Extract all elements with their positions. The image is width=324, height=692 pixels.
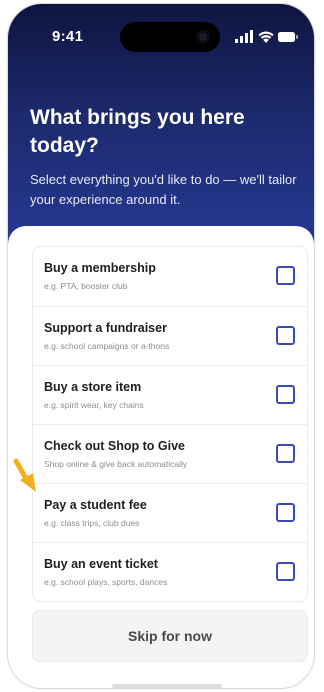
option-description: Shop online & give back automatically (44, 459, 188, 469)
option-checkbox[interactable] (276, 266, 295, 285)
status-icons (234, 30, 298, 44)
option-description: e.g. school plays, sports, dances (44, 577, 168, 587)
option-title: Buy an event ticket (44, 557, 158, 571)
option-title: Buy a membership (44, 261, 156, 275)
option-checkbox[interactable] (276, 444, 295, 463)
page-title: What brings you here today? (30, 106, 245, 157)
option-shop-to-give[interactable]: Check out Shop to Give Shop online & giv… (33, 424, 307, 483)
option-description: e.g. school campaigns or a-thons (44, 341, 170, 351)
options-list: Buy a membership e.g. PTA, booster club … (32, 246, 308, 602)
option-checkbox[interactable] (276, 326, 295, 345)
option-fundraiser[interactable]: Support a fundraiser e.g. school campaig… (33, 306, 307, 365)
option-membership[interactable]: Buy a membership e.g. PTA, booster club (33, 247, 307, 306)
option-description: e.g. spirit wear, key chains (44, 400, 144, 410)
battery-icon (278, 32, 298, 42)
option-student-fee[interactable]: Pay a student fee e.g. class trips, club… (33, 483, 307, 542)
option-checkbox[interactable] (276, 503, 295, 522)
home-indicator (112, 684, 222, 688)
phone-screen: 9:41 What brings you here today? Select … (8, 4, 314, 688)
options-sheet: Buy a membership e.g. PTA, booster club … (8, 226, 314, 688)
page-subtitle: Select everything you'd like to do — we'… (30, 172, 297, 207)
signal-icon (235, 30, 253, 43)
option-checkbox[interactable] (276, 562, 295, 581)
camera-icon (196, 30, 210, 44)
wifi-icon (258, 31, 274, 43)
status-time: 9:41 (52, 28, 84, 45)
option-event-ticket[interactable]: Buy an event ticket e.g. school plays, s… (33, 542, 307, 601)
status-bar: 9:41 (8, 4, 314, 64)
option-description: e.g. PTA, booster club (44, 281, 128, 291)
option-title: Support a fundraiser (44, 321, 167, 335)
option-title: Buy a store item (44, 380, 142, 394)
option-description: e.g. class trips, club dues (44, 518, 140, 528)
dynamic-island (120, 22, 220, 52)
skip-button[interactable]: Skip for now (32, 610, 308, 662)
pointer-arrow-icon (13, 458, 36, 492)
option-title: Check out Shop to Give (44, 439, 185, 453)
option-checkbox[interactable] (276, 385, 295, 404)
option-title: Pay a student fee (44, 498, 147, 512)
option-store-item[interactable]: Buy a store item e.g. spirit wear, key c… (33, 365, 307, 424)
